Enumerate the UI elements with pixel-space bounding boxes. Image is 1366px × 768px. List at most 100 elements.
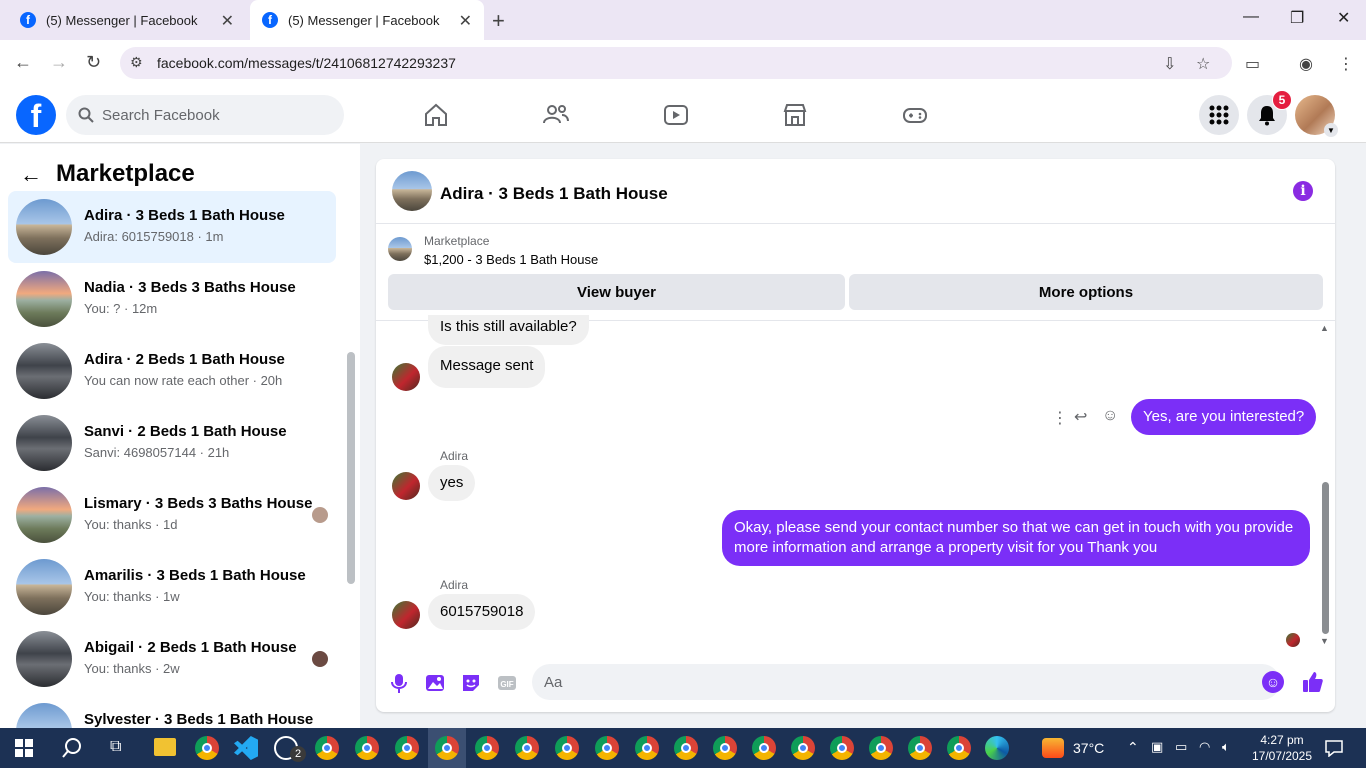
conversation-item[interactable]: Nadia · 3 Beds 3 Baths House You: ? · 12… — [8, 263, 336, 335]
bookmark-star-icon[interactable]: ☆ — [1196, 54, 1210, 74]
chrome-menu-icon[interactable]: ⋮ — [1338, 54, 1354, 74]
sender-avatar[interactable] — [392, 363, 420, 391]
chrome-taskbar-icon[interactable] — [395, 736, 419, 760]
sender-avatar[interactable] — [392, 472, 420, 500]
menu-grid-button[interactable] — [1199, 95, 1239, 135]
conversation-item[interactable]: Lismary · 3 Beds 3 Baths House You: than… — [8, 479, 336, 551]
site-info-icon[interactable]: ⚙ — [130, 54, 143, 71]
more-options-button[interactable]: More options — [849, 274, 1323, 310]
task-view-icon[interactable]: ⧉ — [110, 738, 121, 756]
react-emoji-icon[interactable]: ☺ — [1102, 407, 1118, 425]
chrome-taskbar-icon[interactable] — [947, 736, 971, 760]
browser-tab-1[interactable]: f (5) Messenger | Facebook ✕ — [8, 0, 246, 40]
close-tab-icon[interactable]: ✕ — [221, 11, 234, 31]
chrome-taskbar-icon[interactable] — [195, 736, 219, 760]
listing-thumbnail — [16, 199, 72, 255]
search-facebook-input[interactable]: Search Facebook — [66, 95, 344, 135]
facebook-logo-icon[interactable]: f — [16, 95, 56, 135]
chrome-taskbar-icon[interactable] — [515, 736, 539, 760]
reload-icon[interactable]: ↻ — [86, 52, 101, 73]
clock-date[interactable]: 17/07/2025 — [1248, 749, 1316, 763]
chrome-taskbar-icon[interactable] — [908, 736, 932, 760]
chrome-taskbar-icon[interactable] — [595, 736, 619, 760]
gif-icon[interactable]: GIF — [496, 672, 518, 694]
chrome-taskbar-icon[interactable] — [869, 736, 893, 760]
friends-icon[interactable] — [542, 101, 570, 129]
message-bubble-outgoing[interactable]: Okay, please send your contact number so… — [722, 510, 1310, 566]
wifi-icon[interactable]: ◠ — [1199, 739, 1210, 755]
install-app-icon[interactable]: ⇩ — [1163, 54, 1176, 74]
chevron-down-icon: ▼ — [1324, 123, 1338, 137]
search-icon[interactable] — [61, 737, 83, 759]
weather-icon[interactable] — [1042, 738, 1064, 758]
chat-scrollbar[interactable] — [1322, 482, 1329, 634]
chat-title[interactable]: Adira · 3 Beds 1 Bath House — [440, 184, 668, 204]
back-icon[interactable]: ← — [14, 52, 32, 73]
video-icon[interactable] — [662, 101, 690, 129]
photo-icon[interactable] — [424, 672, 446, 694]
close-window-icon[interactable]: ✕ — [1337, 8, 1350, 28]
chrome-taskbar-icon[interactable] — [752, 736, 776, 760]
chrome-taskbar-icon[interactable] — [555, 736, 579, 760]
side-panel-icon[interactable]: ▭ — [1245, 54, 1260, 74]
conversation-item[interactable]: Adira · 2 Beds 1 Bath House You can now … — [8, 335, 336, 407]
chrome-taskbar-icon-active[interactable] — [435, 736, 459, 760]
back-arrow-icon[interactable]: ← — [20, 162, 42, 188]
chrome-taskbar-icon[interactable] — [355, 736, 379, 760]
more-actions-icon[interactable]: ⋮ — [1052, 408, 1068, 428]
profile-icon[interactable]: ◉ — [1299, 54, 1313, 74]
chrome-taskbar-icon[interactable] — [315, 736, 339, 760]
chrome-taskbar-icon[interactable] — [674, 736, 698, 760]
conversation-item[interactable]: Amarilis · 3 Beds 1 Bath House You: than… — [8, 551, 336, 623]
listing-price-title[interactable]: $1,200 - 3 Beds 1 Bath House — [424, 252, 598, 267]
new-tab-icon[interactable]: + — [492, 8, 505, 34]
conversation-item[interactable]: Adira · 3 Beds 1 Bath House Adira: 60157… — [8, 191, 336, 263]
message-bubble-incoming[interactable]: 6015759018 — [428, 594, 536, 630]
restore-icon[interactable]: ❐ — [1290, 8, 1304, 28]
conversation-item[interactable]: Sanvi · 2 Beds 1 Bath House Sanvi: 46980… — [8, 407, 336, 479]
info-icon[interactable]: i — [1293, 181, 1313, 201]
volume-icon[interactable]: 🔈︎ — [1222, 739, 1230, 755]
message-bubble-incoming[interactable]: Message sent — [428, 346, 546, 388]
scroll-up-arrow-icon[interactable]: ▲ — [1320, 323, 1329, 333]
message-bubble-incoming[interactable]: Is this still available? — [428, 315, 589, 345]
chrome-taskbar-icon[interactable] — [475, 736, 499, 760]
conversation-item[interactable]: Sylvester · 3 Beds 1 Bath House — [8, 695, 336, 728]
emoji-picker-icon[interactable]: ☺ — [1262, 671, 1284, 693]
chrome-taskbar-icon[interactable] — [635, 736, 659, 760]
message-bubble-outgoing[interactable]: Yes, are you interested? — [1131, 399, 1317, 435]
file-explorer-icon[interactable] — [154, 738, 176, 756]
thumbs-up-icon[interactable] — [1301, 670, 1325, 694]
windows-start-icon[interactable] — [15, 739, 33, 757]
edge-icon[interactable] — [985, 736, 1009, 760]
scroll-down-arrow-icon[interactable]: ▼ — [1320, 636, 1329, 646]
sticker-icon[interactable] — [460, 672, 482, 694]
message-bubble-incoming[interactable]: yes — [428, 465, 476, 501]
temperature[interactable]: 37°C — [1073, 740, 1104, 756]
notification-center-icon[interactable] — [1325, 739, 1343, 757]
marketplace-icon[interactable] — [781, 101, 809, 129]
chevron-up-icon[interactable]: ⌃ — [1127, 739, 1139, 756]
gaming-icon[interactable] — [901, 101, 929, 129]
minimize-icon[interactable]: — — [1243, 8, 1259, 26]
message-input[interactable]: Aa — [532, 664, 1280, 700]
account-avatar[interactable]: ▼ — [1295, 95, 1338, 137]
close-tab-icon[interactable]: ✕ — [459, 11, 472, 31]
sidebar-scrollbar[interactable] — [347, 352, 355, 584]
meet-icon[interactable]: ▣ — [1151, 739, 1163, 755]
conversation-item[interactable]: Abigail · 2 Beds 1 Bath House You: thank… — [8, 623, 336, 695]
clock-time[interactable]: 4:27 pm — [1254, 733, 1310, 747]
url-text[interactable]: facebook.com/messages/t/2410681274229323… — [157, 55, 456, 71]
view-buyer-button[interactable]: View buyer — [388, 274, 845, 310]
reply-icon[interactable]: ↩ — [1074, 407, 1087, 427]
chrome-taskbar-icon[interactable] — [791, 736, 815, 760]
listing-thumbnail[interactable] — [392, 171, 432, 211]
chrome-taskbar-icon[interactable] — [713, 736, 737, 760]
chrome-taskbar-icon[interactable] — [830, 736, 854, 760]
forward-icon[interactable]: → — [50, 52, 68, 73]
home-icon[interactable] — [422, 101, 450, 129]
microphone-icon[interactable] — [388, 672, 410, 694]
browser-tab-2-active[interactable]: f (5) Messenger | Facebook ✕ — [250, 0, 484, 40]
sender-avatar[interactable] — [392, 601, 420, 629]
battery-icon[interactable]: ▭ — [1175, 739, 1187, 755]
